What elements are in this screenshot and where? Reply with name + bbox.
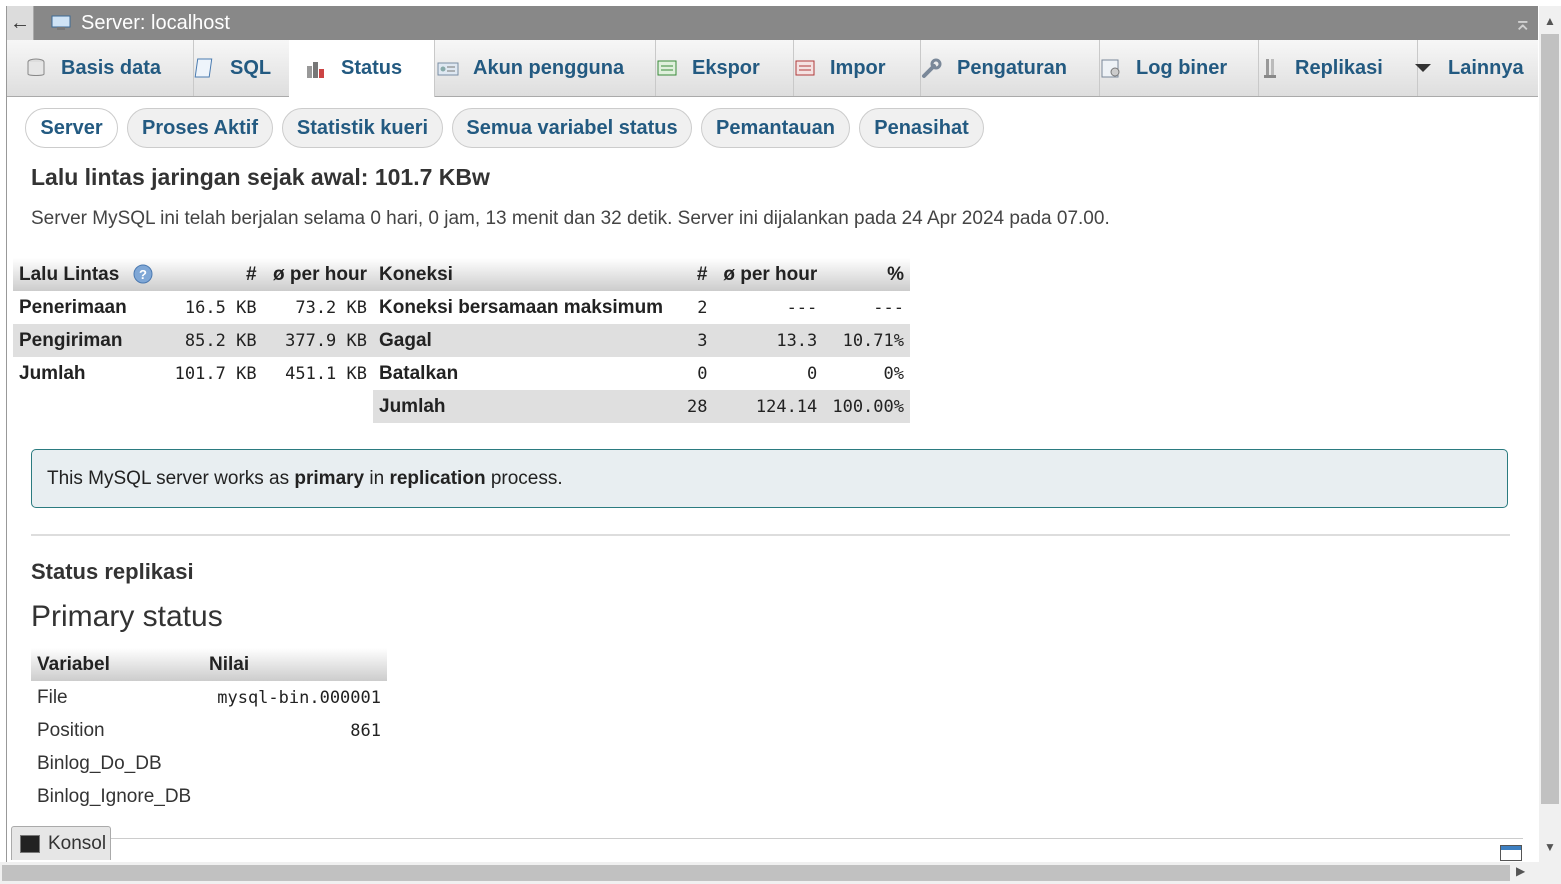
subtab-all-status-variables[interactable]: Semua variabel status <box>452 108 692 148</box>
table-row: File mysql-bin.000001 <box>37 686 381 708</box>
main-window: ← Server: localhost ⌅ Basis data SQL Sta… <box>6 6 1538 862</box>
back-arrow-icon[interactable]: ← <box>7 6 34 40</box>
tab-binary-log[interactable]: Log biner <box>1082 40 1259 96</box>
tab-import[interactable]: Impor <box>776 40 921 96</box>
tab-user-accounts[interactable]: Akun pengguna <box>419 40 656 96</box>
table-row: Penerimaan 16.5 KB 73.2 KB <box>19 296 367 318</box>
subtab-query-statistics[interactable]: Statistik kueri <box>282 108 443 148</box>
tab-status[interactable]: Status <box>289 40 435 97</box>
primary-header-variable: Variabel <box>31 648 203 681</box>
horizontal-scroll-thumb[interactable] <box>2 865 1510 881</box>
help-icon[interactable]: ? <box>133 264 153 284</box>
horizontal-scrollbar[interactable]: ▶ <box>0 862 1561 884</box>
tab-sql[interactable]: SQL <box>176 40 307 96</box>
traffic-header-per-hour: ø per hour <box>262 258 373 291</box>
scroll-right-icon[interactable]: ▶ <box>1516 864 1525 878</box>
traffic-header-count: # <box>164 258 263 291</box>
primary-status-heading: Primary status <box>31 600 223 633</box>
connections-header-percent: % <box>823 258 910 291</box>
primary-status-table: Variabel Nilai File mysql-bin.000001 Pos… <box>31 648 387 813</box>
connections-header-per-hour: ø per hour <box>713 258 824 291</box>
console-tab[interactable]: Konsol <box>11 826 111 860</box>
divider <box>31 534 1510 536</box>
tab-replication[interactable]: Replikasi <box>1241 40 1418 96</box>
table-row: Binlog_Ignore_DB <box>37 785 192 807</box>
table-row: Koneksi bersamaan maksimum 2 --- --- <box>379 296 904 318</box>
scroll-down-icon[interactable]: ▼ <box>1539 840 1561 854</box>
replication-notice: This MySQL server works as primary in re… <box>31 449 1508 508</box>
console-bar-line <box>111 838 1523 839</box>
import-icon <box>795 60 815 76</box>
replication-icon <box>1264 59 1276 78</box>
user-accounts-icon <box>437 62 459 76</box>
primary-header-value: Nilai <box>203 648 387 681</box>
subtab-server[interactable]: Server <box>25 108 118 148</box>
status-icon <box>307 61 324 78</box>
tab-more[interactable]: Lainnya <box>1400 40 1550 96</box>
table-row: Pengiriman 85.2 KB 377.9 KB <box>13 324 373 357</box>
subtab-processes[interactable]: Proses Aktif <box>127 108 273 148</box>
chevron-down-icon <box>1415 64 1431 72</box>
network-traffic-heading: Lalu lintas jaringan sejak awal: 101.7 K… <box>31 164 490 190</box>
binlog-icon <box>1101 59 1120 78</box>
table-row: Jumlah 28 124.14 100.00% <box>373 390 910 423</box>
uptime-text: Server MySQL ini telah berjalan selama 0… <box>31 208 1110 229</box>
table-row: Position 861 <box>37 719 381 741</box>
server-breadcrumb-bar: ← Server: localhost ⌅ <box>7 6 1538 40</box>
console-options-icon[interactable] <box>1500 845 1522 861</box>
scroll-up-icon[interactable]: ▲ <box>1539 14 1561 28</box>
server-title[interactable]: Server: localhost <box>81 6 230 40</box>
database-icon <box>27 58 45 76</box>
console-icon <box>20 834 40 853</box>
vertical-scrollbar[interactable]: ▲ ▼ <box>1539 6 1561 862</box>
table-row: Batalkan 0 0 0% <box>379 362 904 384</box>
vertical-scroll-thumb[interactable] <box>1541 34 1559 804</box>
table-row: Binlog_Do_DB <box>37 752 162 774</box>
traffic-header-label: Lalu Lintas ? <box>13 258 165 291</box>
tab-export[interactable]: Ekspor <box>638 40 794 96</box>
server-icon <box>51 15 71 30</box>
export-icon <box>657 60 677 76</box>
replication-status-heading: Status replikasi <box>31 559 194 584</box>
tab-settings[interactable]: Pengaturan <box>903 40 1100 96</box>
traffic-table: Lalu Lintas ? # ø per hour Penerimaan 16… <box>13 258 373 390</box>
collapse-icon[interactable]: ⌅ <box>1514 6 1532 40</box>
connections-header-count: # <box>679 258 714 291</box>
main-tabs: Basis data SQL Status Akun pengguna Eksp… <box>7 40 1538 97</box>
subtab-monitor[interactable]: Pemantauan <box>701 108 850 148</box>
table-row: Gagal 3 13.3 10.71% <box>373 324 910 357</box>
sql-icon <box>194 58 213 78</box>
subtab-advisor[interactable]: Penasihat <box>859 108 984 148</box>
svg-text:?: ? <box>139 267 147 282</box>
wrench-icon <box>922 58 942 78</box>
tab-databases[interactable]: Basis data <box>7 40 194 96</box>
connections-table: Koneksi # ø per hour % Koneksi bersamaan… <box>373 258 910 423</box>
table-row: Jumlah 101.7 KB 451.1 KB <box>19 362 367 384</box>
connections-header-label: Koneksi <box>373 258 680 291</box>
